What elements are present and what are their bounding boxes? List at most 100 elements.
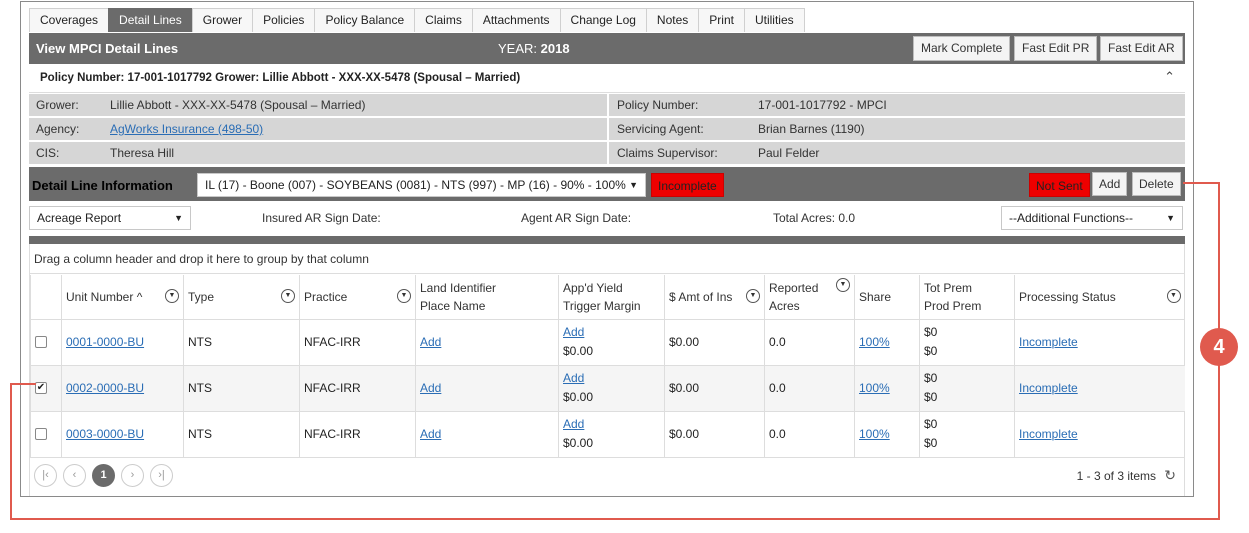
status-badge-incomplete: Incomplete	[651, 173, 724, 197]
table-row[interactable]: ✔ 0002-0000-BU NTS NFAC-IRR Add Add $0.00…	[30, 365, 1185, 412]
first-page-icon[interactable]: |‹	[34, 464, 57, 487]
table-row[interactable]: 0001-0000-BU NTS NFAC-IRR Add Add $0.00 $…	[30, 319, 1185, 366]
share-link[interactable]: 100%	[859, 427, 890, 441]
tab-grower[interactable]: Grower	[191, 8, 254, 32]
callout-number-badge: 4	[1200, 328, 1238, 366]
land-identifier-add-link[interactable]: Add	[420, 335, 441, 349]
delete-button[interactable]: Delete	[1132, 172, 1181, 196]
claims-supervisor-value: Paul Felder	[758, 146, 820, 160]
processing-status-link[interactable]: Incomplete	[1019, 335, 1078, 349]
practice-cell: NFAC-IRR	[299, 319, 416, 366]
callout-line	[10, 518, 1220, 520]
row-checkbox[interactable]	[35, 428, 47, 441]
yield-add-link[interactable]: Add	[563, 325, 584, 339]
tab-utilities[interactable]: Utilities	[743, 8, 805, 32]
report-type-value: Acreage Report	[37, 211, 122, 225]
fast-edit-ar-button[interactable]: Fast Edit AR	[1100, 36, 1183, 61]
pager-summary: 1 - 3 of 3 items	[1076, 469, 1156, 483]
refresh-icon[interactable]: ↻	[1164, 467, 1176, 484]
tab-coverages[interactable]: Coverages	[29, 8, 110, 32]
land-identifier-header[interactable]: Land Identifier Place Name	[415, 275, 559, 320]
detail-lines-panel: Coverages Detail Lines Grower Policies P…	[20, 1, 1194, 497]
filter-icon[interactable]: ▼	[746, 289, 760, 303]
detail-line-select[interactable]: IL (17) - Boone (007) - SOYBEANS (0081) …	[197, 173, 646, 197]
share-link[interactable]: 100%	[859, 381, 890, 395]
tab-change-log[interactable]: Change Log	[559, 8, 647, 32]
acres-cell: 0.0	[764, 365, 855, 412]
cis-value: Theresa Hill	[110, 146, 175, 160]
status-badge-not-sent: Not Sent	[1029, 173, 1090, 197]
tab-print[interactable]: Print	[698, 8, 745, 32]
row-checkbox[interactable]	[35, 336, 47, 349]
processing-status-header[interactable]: Processing Status ▼	[1014, 275, 1185, 320]
tot-prem-value: $0	[924, 417, 938, 431]
appd-yield-header[interactable]: App'd Yield Trigger Margin	[558, 275, 665, 320]
filter-icon[interactable]: ▼	[281, 289, 295, 303]
filter-icon[interactable]: ▼	[1166, 289, 1181, 303]
practice-header[interactable]: Practice ▼	[299, 275, 416, 320]
type-cell: NTS	[183, 365, 300, 412]
amount-of-insurance-header[interactable]: $ Amt of Ins ▼	[664, 275, 765, 320]
yield-add-link[interactable]: Add	[563, 371, 584, 385]
add-button[interactable]: Add	[1092, 172, 1128, 196]
amount-cell: $0.00	[664, 411, 765, 458]
tab-notes[interactable]: Notes	[645, 8, 700, 32]
premium-header[interactable]: Tot Prem Prod Prem	[919, 275, 1015, 320]
filter-icon[interactable]: ▼	[836, 278, 850, 292]
report-filter-row: Acreage Report ▼ Insured AR Sign Date: A…	[29, 202, 1185, 234]
detail-line-select-value: IL (17) - Boone (007) - SOYBEANS (0081) …	[205, 178, 626, 192]
policy-info-grid: Grower: Lillie Abbott - XXX-XX-5478 (Spo…	[29, 94, 1185, 166]
additional-functions-select[interactable]: --Additional Functions-- ▼	[1001, 206, 1183, 230]
share-header[interactable]: Share	[854, 275, 920, 320]
caret-down-icon: ▼	[629, 180, 638, 190]
grower-label: Grower:	[36, 98, 79, 112]
tab-strip: Coverages Detail Lines Grower Policies P…	[29, 8, 805, 32]
previous-page-icon[interactable]: ‹	[63, 464, 86, 487]
unit-number-link[interactable]: 0003-0000-BU	[66, 427, 144, 441]
page-header-bar: View MPCI Detail Lines YEAR: 2018 Mark C…	[29, 33, 1185, 64]
type-header[interactable]: Type ▼	[183, 275, 300, 320]
policy-number-value: 17-001-1017792 - MPCI	[758, 98, 887, 112]
filter-icon[interactable]: ▼	[165, 289, 179, 303]
page-title: View MPCI Detail Lines	[36, 41, 179, 56]
agency-link[interactable]: AgWorks Insurance (498-50)	[110, 118, 263, 140]
next-page-icon[interactable]: ›	[121, 464, 144, 487]
row-checkbox[interactable]: ✔	[35, 382, 47, 395]
type-cell: NTS	[183, 319, 300, 366]
current-page-button[interactable]: 1	[92, 464, 115, 487]
land-identifier-add-link[interactable]: Add	[420, 427, 441, 441]
group-drop-zone[interactable]: Drag a column header and drop it here to…	[30, 244, 1184, 274]
year-label: YEAR:	[498, 41, 538, 56]
unit-number-link[interactable]: 0001-0000-BU	[66, 335, 144, 349]
prod-prem-value: $0	[924, 390, 938, 404]
share-link[interactable]: 100%	[859, 335, 890, 349]
amount-cell: $0.00	[664, 319, 765, 366]
detail-line-title: Detail Line Information	[32, 178, 173, 193]
insured-ar-sign-date: Insured AR Sign Date:	[262, 211, 381, 225]
grid-pager: |‹ ‹ 1 › ›| 1 - 3 of 3 items ↻	[34, 462, 1184, 488]
last-page-icon[interactable]: ›|	[150, 464, 173, 487]
tab-claims[interactable]: Claims	[414, 8, 473, 32]
land-identifier-add-link[interactable]: Add	[420, 381, 441, 395]
tab-policies[interactable]: Policies	[252, 8, 316, 32]
callout-line	[10, 383, 12, 520]
tab-detail-lines[interactable]: Detail Lines	[108, 8, 193, 32]
tot-prem-value: $0	[924, 371, 938, 385]
table-row[interactable]: 0003-0000-BU NTS NFAC-IRR Add Add $0.00 $…	[30, 411, 1185, 458]
processing-status-link[interactable]: Incomplete	[1019, 427, 1078, 441]
detail-lines-table: Unit Number ^ ▼ Type ▼ Practice ▼ Land I…	[30, 275, 1185, 458]
chevron-up-icon[interactable]: ⌃	[1164, 69, 1175, 85]
fast-edit-pr-button[interactable]: Fast Edit PR	[1014, 36, 1098, 61]
tot-prem-value: $0	[924, 325, 938, 339]
tab-attachments[interactable]: Attachments	[471, 8, 561, 32]
tab-policy-balance[interactable]: Policy Balance	[314, 8, 416, 32]
policy-summary-bar[interactable]: Policy Number: 17-001-1017792 Grower: Li…	[29, 64, 1185, 93]
filter-icon[interactable]: ▼	[397, 289, 411, 303]
mark-complete-button[interactable]: Mark Complete	[913, 36, 1011, 61]
reported-acres-header[interactable]: Reported Acres ▼	[764, 275, 855, 320]
unit-number-header[interactable]: Unit Number ^ ▼	[61, 275, 184, 320]
processing-status-link[interactable]: Incomplete	[1019, 381, 1078, 395]
unit-number-link[interactable]: 0002-0000-BU	[66, 381, 144, 395]
report-type-select[interactable]: Acreage Report ▼	[29, 206, 191, 230]
yield-add-link[interactable]: Add	[563, 417, 584, 431]
